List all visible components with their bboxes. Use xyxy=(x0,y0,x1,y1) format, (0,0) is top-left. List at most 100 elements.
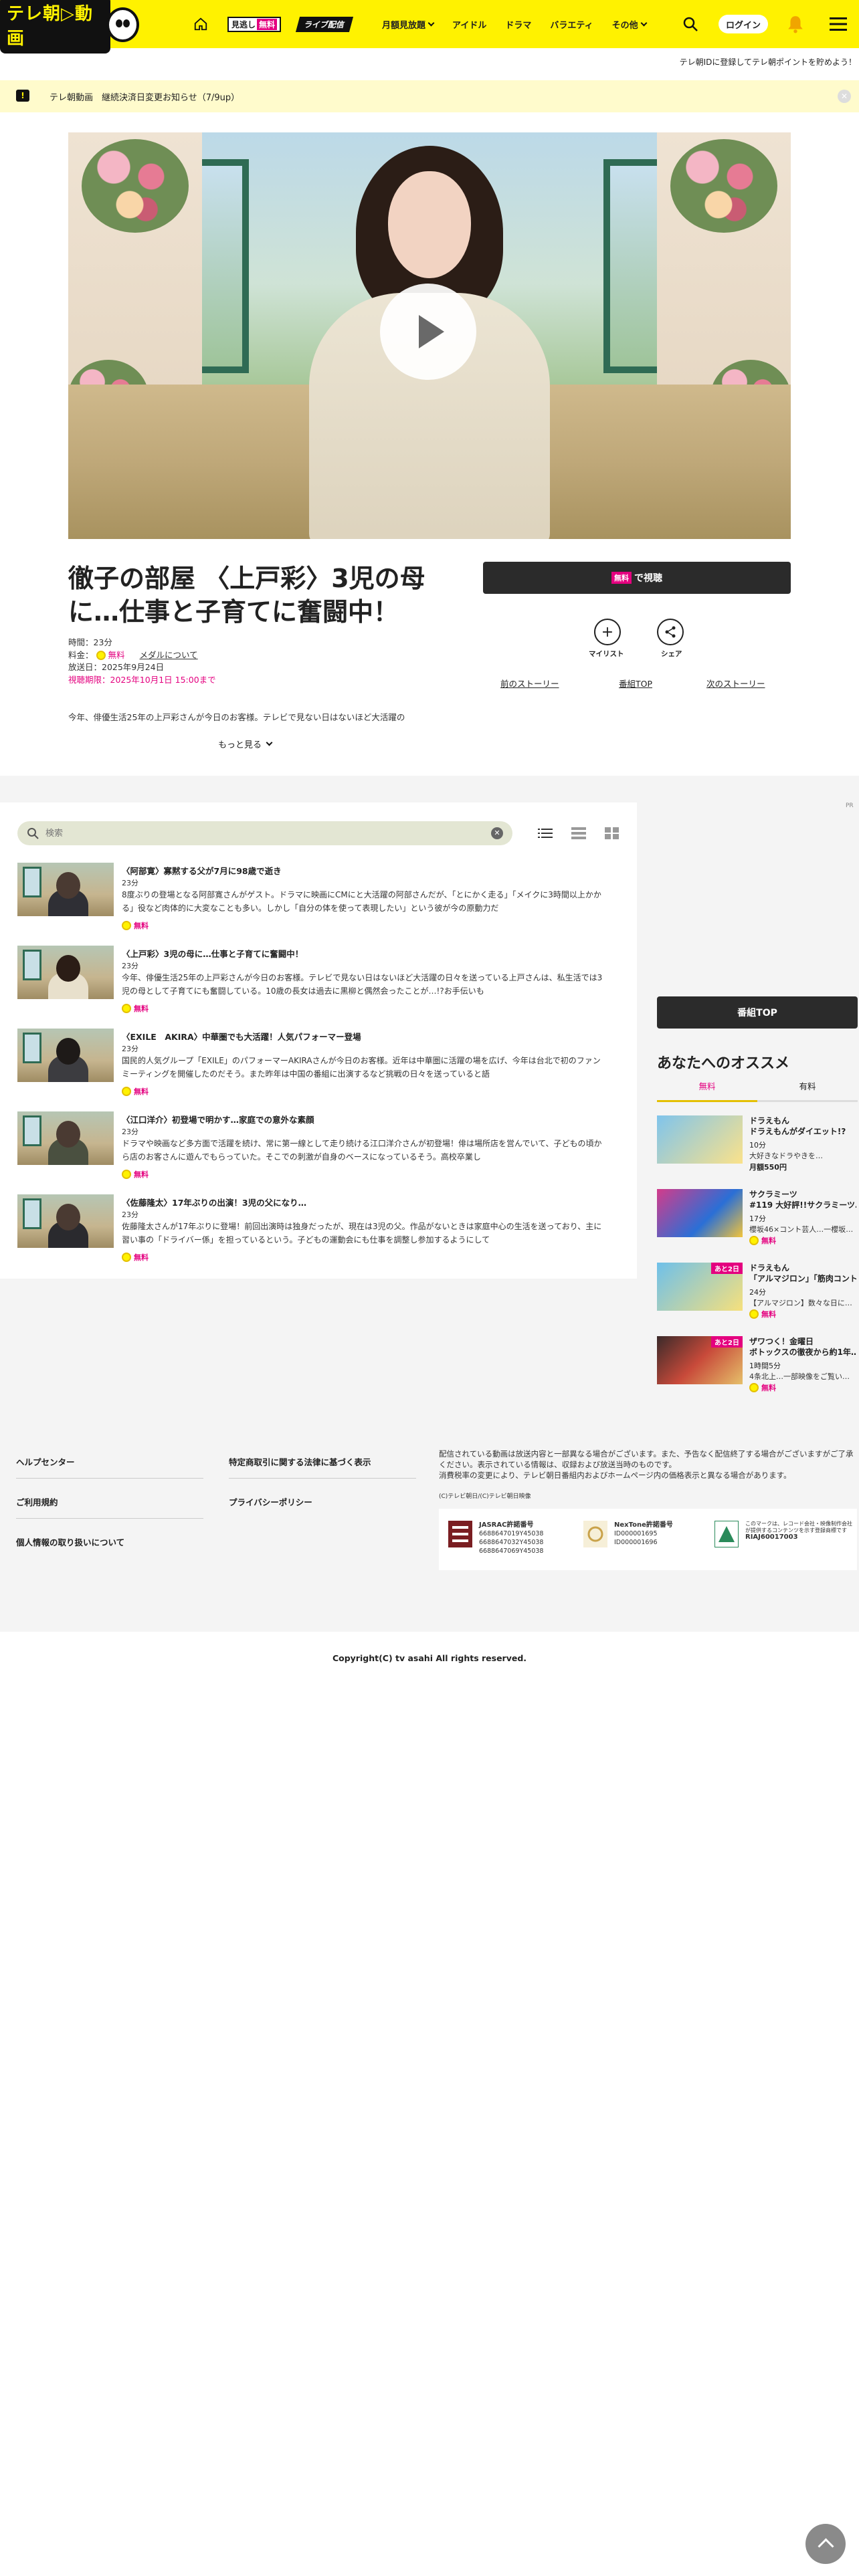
tab-free[interactable]: 無料 xyxy=(657,1079,757,1102)
days-left-badge: あと2日 xyxy=(711,1336,743,1348)
episode-item-price: 無料 xyxy=(122,920,149,931)
jasrac-number: 6688647032Y45038 xyxy=(479,1539,544,1546)
coin-icon xyxy=(122,1087,131,1096)
recommend-item-title: ザワつく！金曜日 xyxy=(749,1337,814,1346)
add-mylist-icon[interactable]: + xyxy=(594,619,621,645)
free-badge: 無料 xyxy=(611,572,632,584)
footer-commercial-law-link[interactable]: 特定商取引に関する法律に基づく表示 xyxy=(229,1455,371,1468)
nextone-title: NexTone許諾番号 xyxy=(614,1521,673,1529)
recommend-item-duration: 1時間5分 xyxy=(749,1362,781,1370)
footer-note-text-2: 消費税率の変更により、テレビ朝日番組内およびホームページ内の価格表示と異なる場合… xyxy=(439,1471,791,1480)
recommend-item-subtitle: 「アルマジロン」「筋肉コント… xyxy=(749,1274,856,1283)
clear-search-icon[interactable]: ✕ xyxy=(491,827,503,839)
bell-icon[interactable] xyxy=(787,15,804,33)
site-logo[interactable]: テレ朝▷動画 xyxy=(0,0,139,53)
deadline-text: 視聴期限：2025年10月1日 15:00まで xyxy=(68,674,216,685)
episode-search-input[interactable] xyxy=(45,827,474,840)
flower-arrangement xyxy=(82,139,189,233)
program-top-button[interactable]: 番組TOP xyxy=(657,996,858,1029)
episode-item-price: 無料 xyxy=(122,1169,149,1180)
nav-label: その他 xyxy=(611,20,638,31)
jasrac-logo-icon xyxy=(448,1521,472,1547)
episode-item-price: 無料 xyxy=(122,1086,149,1097)
recommend-item-desc: 4条北上…一部映像をご覧い… xyxy=(749,1372,850,1381)
footer-terms-link[interactable]: ご利用規約 xyxy=(16,1495,58,1508)
nav-other[interactable]: その他 xyxy=(611,18,648,31)
episode-item-desc: 8度ぶりの登場となる阿部寛さんがゲスト。ドラマに映画にCMにと大活躍の阿部さんだ… xyxy=(122,890,601,913)
coin-icon xyxy=(749,1236,759,1245)
hamburger-menu-icon[interactable] xyxy=(830,17,847,31)
show-more-button[interactable]: もっと見る xyxy=(218,738,273,750)
episode-item-desc: 国民的人気グループ「EXILE」のパフォーマーAKIRAさんが今日のお客様。近年… xyxy=(122,1056,601,1079)
recommend-thumbnail xyxy=(657,1189,743,1237)
medal-link[interactable]: メダルについて xyxy=(140,649,198,662)
recommend-item-price: 無料 xyxy=(749,1235,776,1246)
episode-item-duration: 23分 xyxy=(122,879,138,887)
duration-row: 時間：23分 xyxy=(68,637,216,649)
live-link[interactable]: ライブ配信 xyxy=(295,0,354,48)
site-header: テレ朝▷動画 見逃し 無料 ライブ配信 月額見放題 アイドル ドラマ バラエティ … xyxy=(0,0,859,53)
list-view-icon[interactable] xyxy=(538,827,553,840)
recommend-item-duration: 24分 xyxy=(749,1288,766,1297)
episode-thumbnail xyxy=(17,1029,114,1082)
recommend-item-price: 無料 xyxy=(749,1309,776,1319)
coin-icon xyxy=(122,1004,131,1013)
nav-variety[interactable]: バラエティ xyxy=(550,18,593,31)
episode-description: 今年、俳優生活25年の上戸彩さんが今日のお客様。テレビで見ない日はないほど大活躍… xyxy=(68,712,405,722)
recommend-thumbnail xyxy=(657,1115,743,1164)
next-story-link[interactable]: 次のストーリー xyxy=(706,677,765,689)
coin-icon xyxy=(122,1253,131,1262)
program-top-link[interactable]: 番組TOP xyxy=(619,677,652,689)
nav-monthly[interactable]: 月額見放題 xyxy=(382,18,435,31)
video-player[interactable] xyxy=(68,132,791,539)
footer-privacy-policy-link[interactable]: プライバシーポリシー xyxy=(229,1495,312,1508)
free-label: 無料 xyxy=(134,1170,149,1179)
recommend-item-desc: 【アルマジロン】数々な日に… xyxy=(749,1299,852,1307)
recommend-item[interactable]: サクラミーツ #119 大好評!!サクラミーツ… 17分 櫻坂46×コント芸人…… xyxy=(657,1189,858,1256)
riaj-number: RIAJ60017003 xyxy=(745,1533,798,1541)
watch-button[interactable]: 無料 で視聴 xyxy=(483,562,791,594)
footer-help-link[interactable]: ヘルプセンター xyxy=(16,1455,75,1468)
share-icon[interactable] xyxy=(657,619,684,645)
compact-list-icon[interactable] xyxy=(571,827,586,840)
login-button[interactable]: ログイン xyxy=(719,15,768,33)
home-icon[interactable] xyxy=(191,0,211,48)
episode-list-item[interactable]: 〈阿部寛〉寡黙する父が7月に98歳で逝き 23分 8度ぶりの登場となる阿部寛さん… xyxy=(17,863,619,936)
free-badge-right: 無料 xyxy=(257,18,278,30)
episode-list-item[interactable]: 〈上戸彩〉3児の母に…仕事と子育てに奮闘中！ 23分 今年、俳優生活25年の上戸… xyxy=(17,946,619,1019)
episode-list-item[interactable]: 〈佐藤隆太〉17年ぶりの出演！3児の父になり… 23分 佐藤隆太さんが17年ぶり… xyxy=(17,1194,619,1268)
tab-paid[interactable]: 有料 xyxy=(757,1079,858,1102)
episode-thumbnail xyxy=(17,946,114,999)
prev-story-link[interactable]: 前のストーリー xyxy=(500,677,559,689)
back-to-top-button[interactable] xyxy=(805,2524,846,2564)
recommend-item[interactable]: ドラえもん ドラえもんがダイエット!? 10分 大好きなドラやきを… 月額550… xyxy=(657,1115,858,1182)
nav-idol[interactable]: アイドル xyxy=(452,18,486,31)
episode-list-item[interactable]: 〈EXILE AKIRA〉中華圏でも大活躍！人気パフォーマー登場 23分 国民的… xyxy=(17,1029,619,1102)
mascot-icon xyxy=(106,7,139,42)
episode-item-title: 〈EXILE AKIRA〉中華圏でも大活躍！人気パフォーマー登場 xyxy=(122,1032,361,1042)
nextone-number: ID000001696 xyxy=(614,1539,658,1546)
footer-privacy-handling-link[interactable]: 個人情報の取り扱いについて xyxy=(16,1535,124,1548)
free-label: 無料 xyxy=(134,1004,149,1013)
free-missed-link[interactable]: 見逃し 無料 xyxy=(227,0,282,48)
play-button[interactable] xyxy=(380,284,476,380)
episode-title: 徹子の部屋 〈上戸彩〉3児の母に…仕事と子育てに奮闘中！ xyxy=(68,564,425,627)
jasrac-number: 6688647019Y45038 xyxy=(479,1530,544,1537)
notice-link[interactable]: テレ朝動画 継続決済日変更お知らせ（7/9up） xyxy=(50,90,240,103)
price-value: 無料 xyxy=(108,649,125,660)
register-promo-text[interactable]: テレ朝IDに登録してテレ朝ポイントを貯めよう！ xyxy=(680,56,856,68)
episode-item-duration: 23分 xyxy=(122,1128,138,1136)
episode-item-price: 無料 xyxy=(122,1003,149,1014)
recommend-item[interactable]: あと2日 ザワつく！金曜日 ボトックスの徹夜から約1年… 1時間5分 4条北上…… xyxy=(657,1336,858,1403)
search-icon[interactable] xyxy=(682,16,698,32)
recommend-item-subtitle: ボトックスの徹夜から約1年… xyxy=(749,1348,856,1357)
recommend-item-duration: 10分 xyxy=(749,1141,766,1150)
episode-item-duration: 23分 xyxy=(122,962,138,970)
recommend-item[interactable]: あと2日 ドラえもん 「アルマジロン」「筋肉コント… 24分 【アルマジロン】数… xyxy=(657,1263,858,1329)
nav-drama[interactable]: ドラマ xyxy=(505,18,531,31)
close-icon[interactable]: ✕ xyxy=(838,90,851,103)
grid-view-icon[interactable] xyxy=(605,827,619,840)
episode-list-item[interactable]: 〈江口洋介〉初登場で明かす…家庭での意外な素顔 23分 ドラマや映画など多方面で… xyxy=(17,1111,619,1185)
episode-thumbnail xyxy=(17,863,114,916)
copyright: Copyright(C) tv asahi All rights reserve… xyxy=(332,1653,527,1663)
